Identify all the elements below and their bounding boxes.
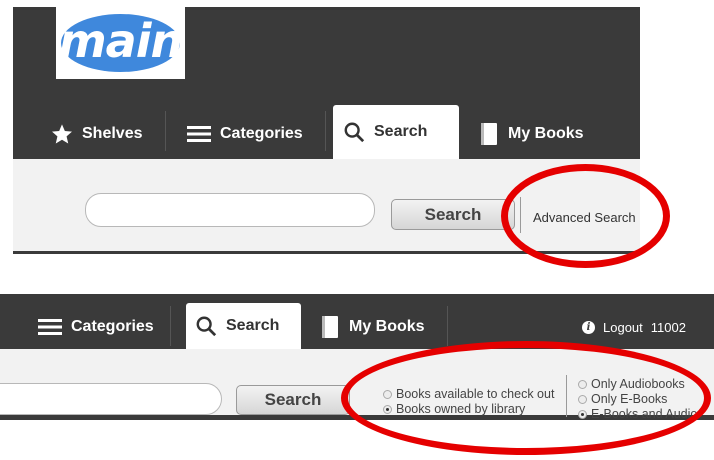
search-bar-area: Search Books available to check out Book… [0, 349, 714, 420]
radio-button[interactable] [383, 389, 392, 399]
radio-label: Only E-Books [591, 392, 668, 406]
info-icon[interactable]: i [582, 321, 595, 334]
logo-text: main [58, 14, 184, 68]
search-icon [196, 316, 217, 337]
tab-label: Shelves [82, 125, 143, 142]
tab-label: My Books [508, 125, 584, 142]
radio-owned-by-library[interactable]: Books owned by library [383, 402, 525, 416]
options-divider [566, 375, 567, 417]
advanced-search-link[interactable]: Advanced Search [533, 210, 636, 225]
search-button[interactable]: Search [236, 385, 350, 415]
menu-icon [187, 126, 211, 142]
tab-search[interactable]: Search [333, 105, 459, 167]
radio-label: Only Audiobooks [591, 377, 685, 391]
book-icon [322, 316, 338, 338]
radio-label: E-Books and Audio [591, 407, 698, 420]
logout-link[interactable]: Logout [603, 320, 643, 335]
tab-separator [170, 306, 171, 346]
tab-separator [165, 111, 166, 151]
site-logo[interactable]: main [56, 7, 185, 79]
tab-categories[interactable]: Categories [187, 117, 303, 151]
star-icon [52, 124, 72, 144]
tab-label: My Books [349, 318, 425, 335]
search-input[interactable] [0, 383, 222, 415]
tab-categories[interactable]: Categories [38, 311, 154, 343]
book-icon [481, 123, 497, 145]
top-screenshot: main Shelves Categories Search My Books … [13, 7, 640, 254]
menu-icon [38, 319, 62, 335]
radio-ebooks-and-audio[interactable]: E-Books and Audio [578, 407, 697, 420]
tab-separator [447, 306, 448, 346]
radio-button[interactable] [578, 379, 587, 389]
tab-shelves[interactable]: Shelves [51, 117, 142, 151]
tab-label: Categories [71, 318, 154, 335]
bottom-screenshot: Categories Search My Books i Logout 1100… [0, 294, 714, 420]
tab-label: Categories [220, 125, 303, 142]
radio-button[interactable] [578, 409, 587, 419]
radio-button[interactable] [383, 404, 392, 414]
tab-my-books[interactable]: My Books [479, 117, 584, 151]
radio-label: Books available to check out [396, 387, 555, 401]
account-number: 11002 [650, 320, 686, 335]
tab-label: Search [226, 317, 280, 334]
radio-only-ebooks[interactable]: Only E-Books [578, 392, 667, 406]
radio-button[interactable] [578, 394, 587, 404]
tab-my-books[interactable]: My Books [320, 311, 425, 343]
radio-only-audiobooks[interactable]: Only Audiobooks [578, 377, 685, 391]
tab-label: Search [374, 123, 428, 140]
account-area: i Logout 11002 [582, 320, 686, 335]
search-icon [344, 122, 365, 143]
tab-separator [325, 111, 326, 151]
search-bar-area: Search Advanced Search [13, 159, 640, 251]
radio-available-to-check-out[interactable]: Books available to check out [383, 387, 554, 401]
bottom-border [13, 251, 640, 254]
search-input[interactable] [85, 193, 375, 227]
search-button[interactable]: Search [391, 199, 515, 230]
radio-label: Books owned by library [396, 402, 526, 416]
search-divider [520, 197, 521, 233]
